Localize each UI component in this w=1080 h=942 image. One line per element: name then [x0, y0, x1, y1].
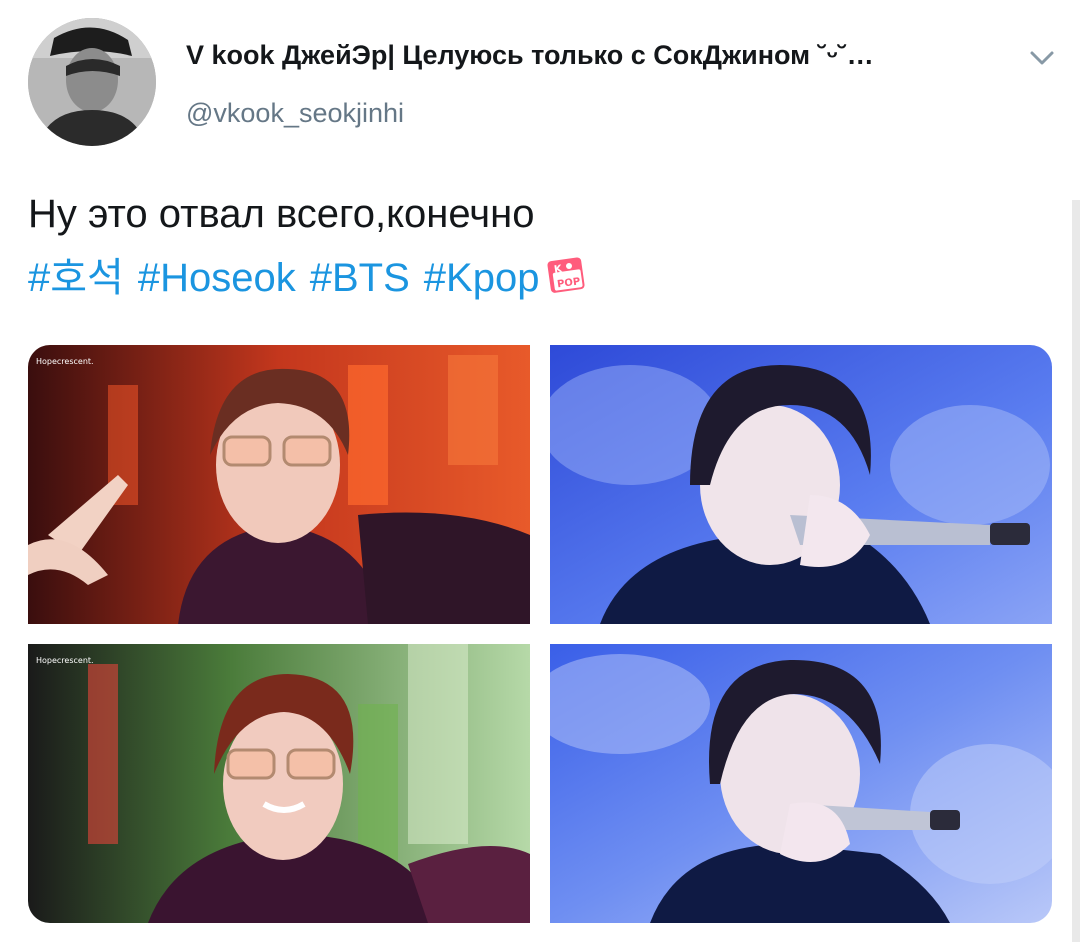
tweet-text: Ну это отвал всего,конечно	[28, 192, 535, 236]
author-display-name[interactable]: V kook ДжейЭр| Целуюсь только с СокДжино…	[186, 40, 986, 71]
photo-2[interactable]	[550, 345, 1052, 624]
hashtag-bts[interactable]: #BTS	[310, 256, 410, 300]
hashtag-line: #호석 #Hoseok #BTS #Kpop K POP	[28, 252, 589, 304]
hashtag-hoseok-korean[interactable]: #호석	[28, 256, 124, 300]
scroll-edge	[1072, 200, 1080, 942]
watermark-label: Hopecrescent.	[36, 357, 94, 366]
media-grid: Hopecrescent. Hopecrescent.	[28, 345, 1052, 923]
chevron-down-icon[interactable]	[1024, 40, 1060, 76]
hashtag-hoseok[interactable]: #Hoseok	[138, 256, 296, 300]
avatar[interactable]	[28, 18, 156, 146]
hashtag-kpop[interactable]: #Kpop	[424, 256, 540, 300]
watermark-label: Hopecrescent.	[36, 656, 94, 665]
photo-3[interactable]: Hopecrescent.	[28, 644, 530, 923]
photo-1[interactable]: Hopecrescent.	[28, 345, 530, 624]
kpop-sticker-icon: K POP	[545, 253, 589, 297]
tweet-card: V kook ДжейЭр| Целуюсь только с СокДжино…	[0, 0, 1080, 942]
photo-4[interactable]	[550, 644, 1052, 923]
author-handle[interactable]: @vkook_seokjinhi	[186, 98, 404, 129]
